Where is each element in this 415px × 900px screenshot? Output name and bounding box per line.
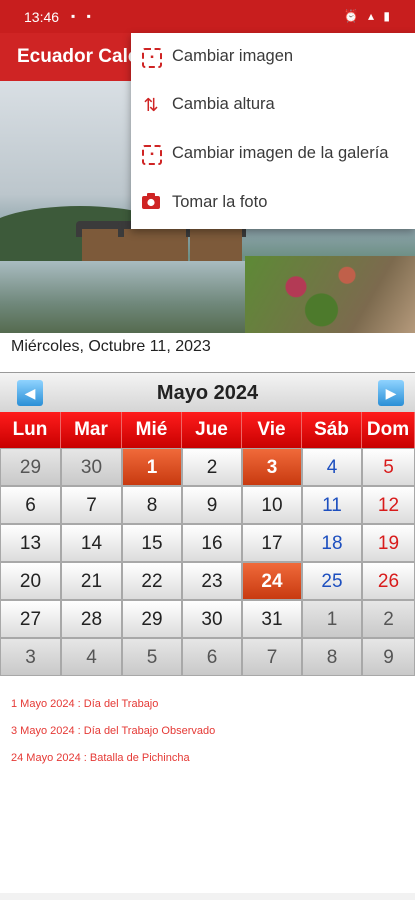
holiday-item[interactable]: 1 Mayo 2024 : Día del Trabajo — [11, 698, 215, 725]
day-cell[interactable]: 25 — [302, 562, 362, 600]
notification-icons: ▪ ▪ — [71, 9, 95, 23]
day-cell[interactable]: 12 — [362, 486, 415, 524]
weekday-label: Dom — [362, 412, 415, 448]
day-cell[interactable]: 2 — [182, 448, 242, 486]
day-cell[interactable]: 11 — [302, 486, 362, 524]
bottom-divider — [0, 893, 415, 900]
day-cell[interactable]: 1 — [302, 600, 362, 638]
day-cell[interactable]: 7 — [242, 638, 302, 676]
day-cell[interactable]: 6 — [0, 486, 61, 524]
photo-house — [124, 229, 188, 263]
month-title: Mayo 2024 — [156, 382, 259, 404]
status-time: 13:46 — [24, 9, 60, 25]
menu-item-label: Cambiar imagen — [172, 47, 294, 65]
weekday-label: Mar — [61, 412, 122, 448]
menu-item-take-photo[interactable]: Tomar la foto — [131, 179, 415, 227]
holiday-item[interactable]: 24 Mayo 2024 : Batalla de Pichincha — [11, 752, 215, 779]
day-cell[interactable]: 5 — [122, 638, 182, 676]
holiday-item[interactable]: 3 Mayo 2024 : Día del Trabajo Observado — [11, 725, 215, 752]
menu-item-label: Cambiar imagen de la galería — [172, 144, 389, 162]
day-cell[interactable]: 29 — [122, 600, 182, 638]
day-cell[interactable]: 10 — [242, 486, 302, 524]
day-cell[interactable]: 8 — [122, 486, 182, 524]
menu-item-label: Tomar la foto — [172, 193, 268, 211]
day-cell[interactable]: 15 — [122, 524, 182, 562]
current-date: Miércoles, Octubre 11, 2023 — [11, 338, 211, 355]
day-cell[interactable]: 14 — [61, 524, 122, 562]
day-cell[interactable]: 3 — [242, 448, 302, 486]
weekday-label: Jue — [182, 412, 242, 448]
day-cell[interactable]: 18 — [302, 524, 362, 562]
day-cell[interactable]: 28 — [61, 600, 122, 638]
weekday-label: Vie — [242, 412, 302, 448]
calendar: ◀ Mayo 2024 ▶ Lun Mar Mié Jue Vie Sáb Dom 29 30… — [0, 372, 415, 678]
day-cell[interactable]: 20 — [0, 562, 61, 600]
weekday-label: Sáb — [302, 412, 362, 448]
day-cell[interactable]: 31 — [242, 600, 302, 638]
day-cell[interactable]: 2 — [362, 600, 415, 638]
day-cell[interactable]: 22 — [122, 562, 182, 600]
day-cell[interactable]: 30 — [182, 600, 242, 638]
overflow-menu: ▪ Cambiar imagen ⇅ Cambia altura ▪ Cambi… — [131, 33, 415, 229]
menu-item-gallery-image[interactable]: ▪ Cambiar imagen de la galería — [131, 130, 415, 178]
day-cell[interactable]: 23 — [182, 562, 242, 600]
day-cell[interactable]: 5 — [362, 448, 415, 486]
day-cell[interactable]: 4 — [302, 448, 362, 486]
calendar-header: ◀ Mayo 2024 ▶ — [0, 372, 415, 413]
holiday-list: 1 Mayo 2024 : Día del Trabajo 3 Mayo 202… — [11, 698, 215, 779]
menu-item-change-height[interactable]: ⇅ Cambia altura — [131, 81, 415, 129]
menu-item-label: Cambia altura — [172, 95, 275, 113]
menu-item-change-image[interactable]: ▪ Cambiar imagen — [131, 33, 415, 81]
weekday-label: Lun — [0, 412, 61, 448]
day-cell[interactable]: 1 — [122, 448, 182, 486]
day-cell[interactable]: 21 — [61, 562, 122, 600]
system-icons: ⏰ ▴ ▮ — [343, 9, 393, 23]
day-cell[interactable]: 13 — [0, 524, 61, 562]
day-cell[interactable]: 9 — [362, 638, 415, 676]
image-frame-icon: ▪ — [142, 48, 162, 68]
weekday-label: Mié — [122, 412, 182, 448]
day-cell[interactable]: 19 — [362, 524, 415, 562]
status-bar: 13:46 ▪ ▪ ⏰ ▴ ▮ — [0, 0, 415, 33]
day-cell[interactable]: 30 — [61, 448, 122, 486]
day-cell[interactable]: 26 — [362, 562, 415, 600]
day-cell[interactable]: 27 — [0, 600, 61, 638]
day-cell[interactable]: 8 — [302, 638, 362, 676]
day-cell[interactable]: 7 — [61, 486, 122, 524]
photo-garden — [245, 256, 415, 333]
day-cell[interactable]: 3 — [0, 638, 61, 676]
weekday-header: Lun Mar Mié Jue Vie Sáb Dom — [0, 412, 415, 448]
day-cell[interactable]: 24 — [242, 562, 302, 600]
gallery-frame-icon: ▪ — [142, 145, 162, 165]
day-cell[interactable]: 16 — [182, 524, 242, 562]
day-cell[interactable]: 29 — [0, 448, 61, 486]
day-cell[interactable]: 4 — [61, 638, 122, 676]
next-month-button[interactable]: ▶ — [378, 380, 404, 406]
day-cell[interactable]: 6 — [182, 638, 242, 676]
photo-house — [190, 229, 242, 263]
camera-icon — [140, 192, 162, 214]
day-cell[interactable]: 9 — [182, 486, 242, 524]
swap-vertical-icon: ⇅ — [143, 95, 159, 115]
day-cell[interactable]: 17 — [242, 524, 302, 562]
